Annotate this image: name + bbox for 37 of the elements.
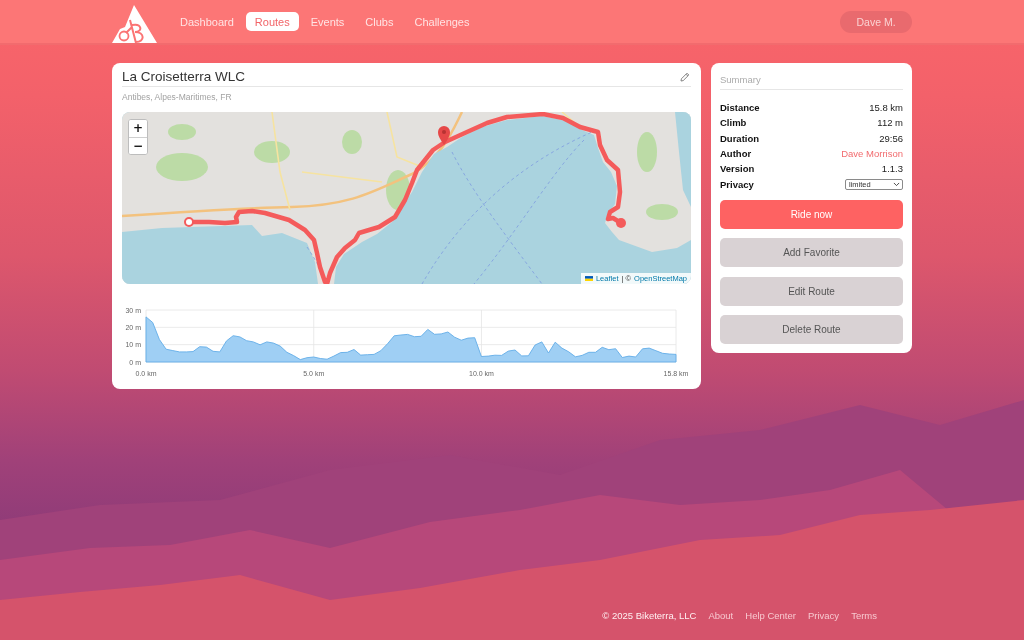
secondary-button[interactable]: Edit Route xyxy=(720,276,903,306)
profile-link[interactable]: Dave Morrison xyxy=(841,148,903,160)
summary-value: 29:56 xyxy=(879,132,903,144)
nav-tab[interactable]: Dashboard xyxy=(171,12,243,31)
summary-value: 15.8 km xyxy=(869,102,903,114)
summary-label: Climb xyxy=(720,117,747,129)
summary-label: Version xyxy=(720,163,755,175)
route-start-icon xyxy=(184,217,194,227)
nav-tab[interactable]: Routes xyxy=(245,12,299,31)
nav-tab[interactable]: Challenges xyxy=(405,12,479,31)
secondary-button[interactable]: Add Favorite xyxy=(720,238,903,268)
footer-link[interactable]: About xyxy=(708,610,734,621)
summary-label: Author xyxy=(720,148,752,160)
map-pin-icon[interactable] xyxy=(438,126,450,145)
summary-value: 1.1.3 xyxy=(881,163,903,175)
flag-icon xyxy=(584,275,593,282)
summary-label: Distance xyxy=(720,102,760,114)
route-location: Antibes, Alpes-Maritimes, FR xyxy=(122,92,233,103)
summary-label: Duration xyxy=(720,132,760,144)
nav-tab[interactable]: Clubs xyxy=(356,12,403,31)
pencil-icon[interactable] xyxy=(680,72,690,82)
summary-label: Privacy xyxy=(720,178,754,190)
chevron-down-icon xyxy=(893,181,900,187)
primary-button[interactable]: Ride now xyxy=(720,199,903,229)
secondary-button[interactable]: Delete Route xyxy=(720,315,903,345)
route-title: La Croisetterra WLC xyxy=(122,68,246,86)
user-menu-button[interactable]: Dave M. xyxy=(840,10,912,33)
footer-link[interactable]: Help Center xyxy=(745,610,796,621)
mountain-bike-logo-icon[interactable] xyxy=(112,4,157,43)
route-end-icon xyxy=(616,218,626,228)
nav-tab[interactable]: Events xyxy=(301,12,354,31)
zoom-out-button[interactable]: − xyxy=(129,137,147,154)
panel-heading: Summary xyxy=(720,72,903,90)
summary-value: 112 m xyxy=(877,117,903,129)
footer-link[interactable]: Privacy xyxy=(807,610,840,621)
copyright-text: © 2025 Biketerra, LLC xyxy=(602,610,697,621)
footer-link[interactable]: Terms xyxy=(851,610,877,621)
